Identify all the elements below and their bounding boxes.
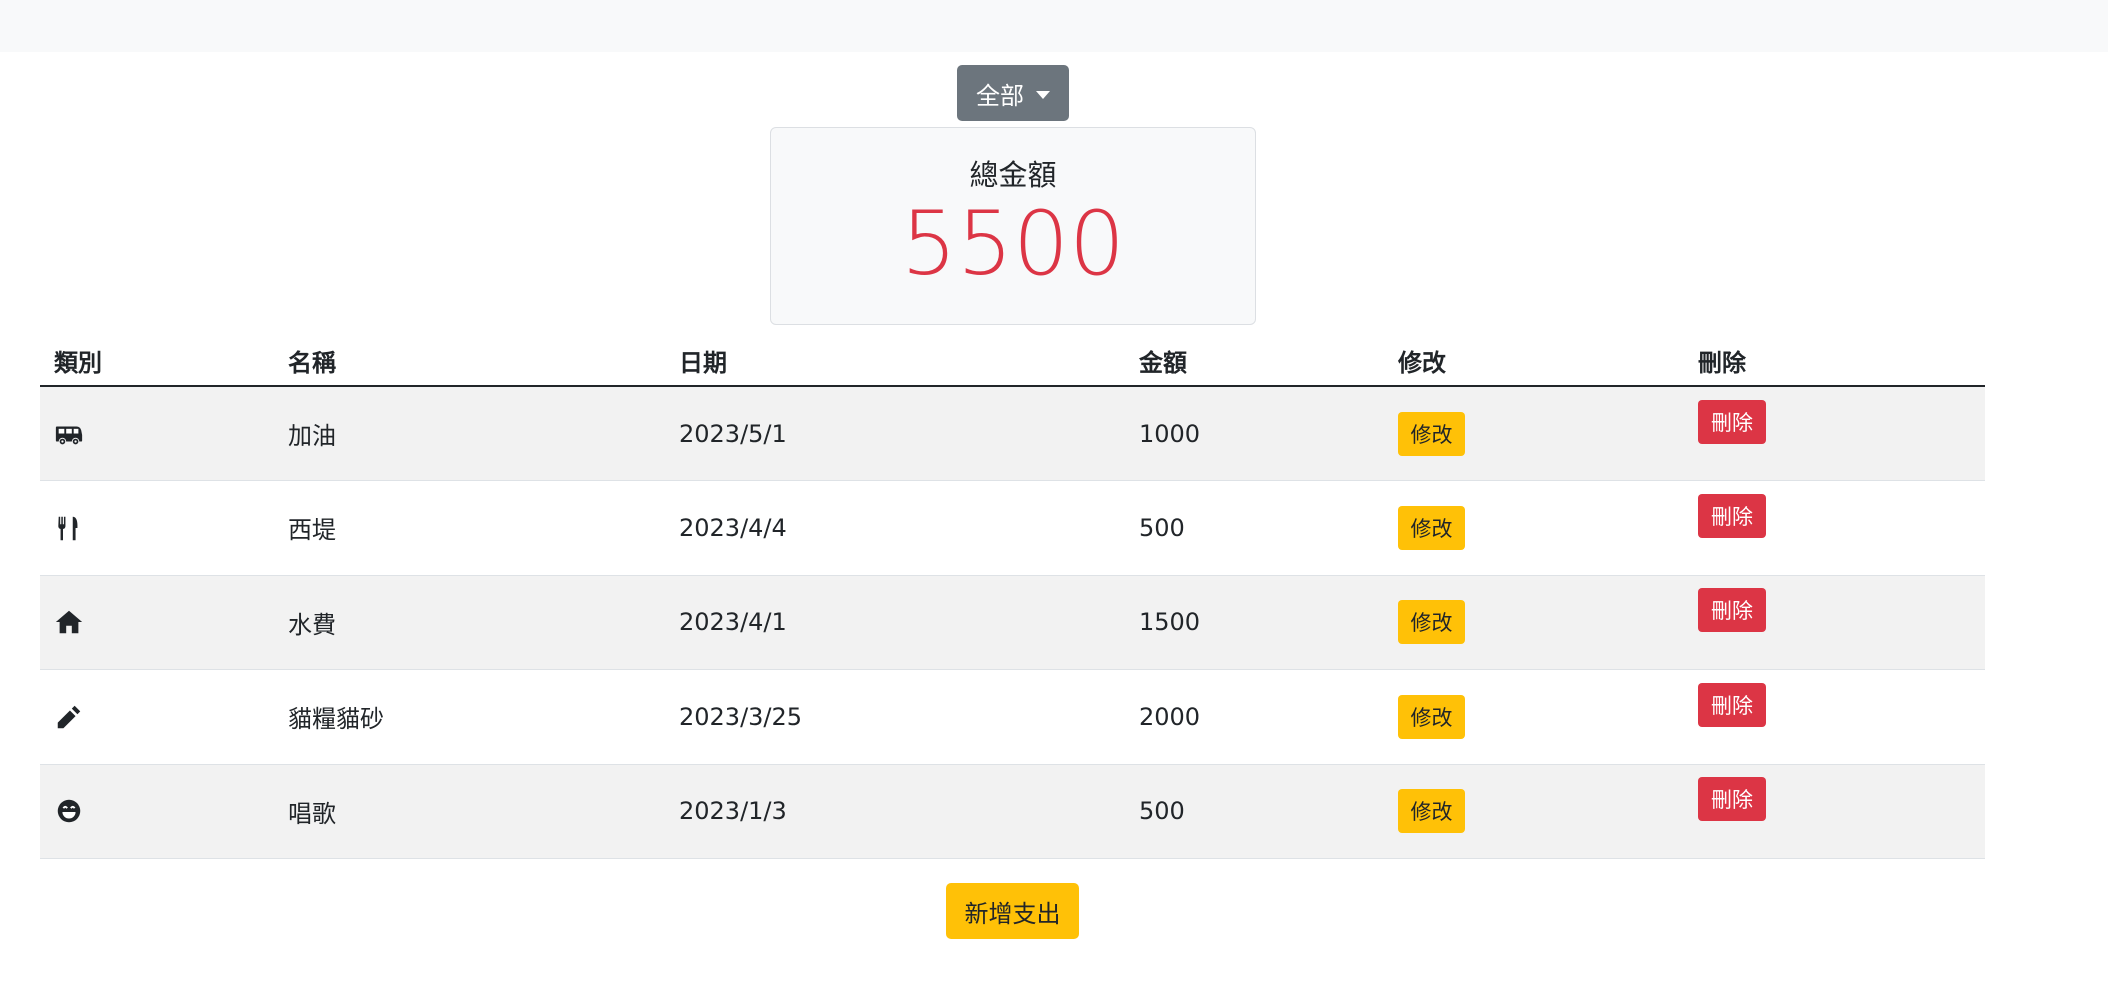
edit-button[interactable]: 修改 bbox=[1398, 505, 1465, 550]
amount-cell: 500 bbox=[1125, 764, 1384, 859]
total-amount-card: 總金額 5500 bbox=[770, 127, 1256, 325]
date-cell: 2023/5/1 bbox=[665, 386, 1125, 481]
header-category: 類別 bbox=[40, 336, 274, 387]
delete-cell: 刪除 bbox=[1684, 669, 1985, 765]
date-cell: 2023/1/3 bbox=[665, 764, 1125, 859]
edit-button[interactable]: 修改 bbox=[1398, 411, 1465, 456]
edit-cell: 修改 bbox=[1384, 386, 1684, 481]
delete-button[interactable]: 刪除 bbox=[1698, 682, 1766, 727]
total-amount-value: 5500 bbox=[901, 192, 1125, 295]
table-row: 加油 2023/5/1 1000 修改 刪除 bbox=[40, 386, 1985, 481]
filter-label: 全部 bbox=[976, 82, 1024, 110]
header-delete: 刪除 bbox=[1684, 336, 1985, 387]
delete-cell: 刪除 bbox=[1684, 480, 1985, 576]
delete-cell: 刪除 bbox=[1684, 386, 1985, 481]
smile-icon bbox=[54, 796, 84, 826]
delete-cell: 刪除 bbox=[1684, 764, 1985, 859]
amount-cell: 1500 bbox=[1125, 575, 1384, 670]
name-cell: 水費 bbox=[274, 575, 665, 670]
van-icon bbox=[54, 419, 84, 449]
name-cell: 唱歌 bbox=[274, 764, 665, 859]
category-cell bbox=[40, 386, 274, 481]
category-cell bbox=[40, 764, 274, 859]
date-cell: 2023/3/25 bbox=[665, 669, 1125, 765]
edit-button[interactable]: 修改 bbox=[1398, 600, 1465, 645]
top-navbar bbox=[0, 0, 2108, 52]
amount-cell: 1000 bbox=[1125, 386, 1384, 481]
table-row: 水費 2023/4/1 1500 修改 刪除 bbox=[40, 575, 1985, 670]
category-cell bbox=[40, 669, 274, 765]
date-cell: 2023/4/4 bbox=[665, 480, 1125, 576]
delete-button[interactable]: 刪除 bbox=[1698, 588, 1766, 633]
table-header-row: 類別 名稱 日期 金額 修改 刪除 bbox=[40, 336, 1985, 387]
expenses-table: 類別 名稱 日期 金額 修改 刪除 加油 2023/5/1 1000 修改 刪除 bbox=[40, 336, 1985, 859]
home-icon bbox=[54, 607, 84, 637]
pencil-icon bbox=[54, 702, 84, 732]
utensils-icon bbox=[54, 513, 84, 543]
name-cell: 加油 bbox=[274, 386, 665, 481]
category-filter-dropdown[interactable]: 全部 bbox=[957, 65, 1069, 121]
edit-button[interactable]: 修改 bbox=[1398, 694, 1465, 739]
table-row: 唱歌 2023/1/3 500 修改 刪除 bbox=[40, 764, 1985, 859]
name-cell: 貓糧貓砂 bbox=[274, 669, 665, 765]
delete-button[interactable]: 刪除 bbox=[1698, 777, 1766, 822]
header-edit: 修改 bbox=[1384, 336, 1684, 387]
table-row: 西堤 2023/4/4 500 修改 刪除 bbox=[40, 480, 1985, 576]
edit-cell: 修改 bbox=[1384, 480, 1684, 576]
category-cell bbox=[40, 575, 274, 670]
category-cell bbox=[40, 480, 274, 576]
edit-cell: 修改 bbox=[1384, 669, 1684, 765]
name-cell: 西堤 bbox=[274, 480, 665, 576]
header-date: 日期 bbox=[665, 336, 1125, 387]
total-amount-label: 總金額 bbox=[969, 158, 1057, 192]
edit-cell: 修改 bbox=[1384, 575, 1684, 670]
date-cell: 2023/4/1 bbox=[665, 575, 1125, 670]
amount-cell: 500 bbox=[1125, 480, 1384, 576]
edit-button[interactable]: 修改 bbox=[1398, 789, 1465, 834]
edit-cell: 修改 bbox=[1384, 764, 1684, 859]
delete-cell: 刪除 bbox=[1684, 575, 1985, 670]
delete-button[interactable]: 刪除 bbox=[1698, 493, 1766, 538]
amount-cell: 2000 bbox=[1125, 669, 1384, 765]
add-expense-button[interactable]: 新增支出 bbox=[946, 883, 1079, 939]
delete-button[interactable]: 刪除 bbox=[1698, 399, 1766, 444]
table-row: 貓糧貓砂 2023/3/25 2000 修改 刪除 bbox=[40, 669, 1985, 765]
caret-down-icon bbox=[1036, 90, 1050, 99]
header-name: 名稱 bbox=[274, 336, 665, 387]
header-amount: 金額 bbox=[1125, 336, 1384, 387]
